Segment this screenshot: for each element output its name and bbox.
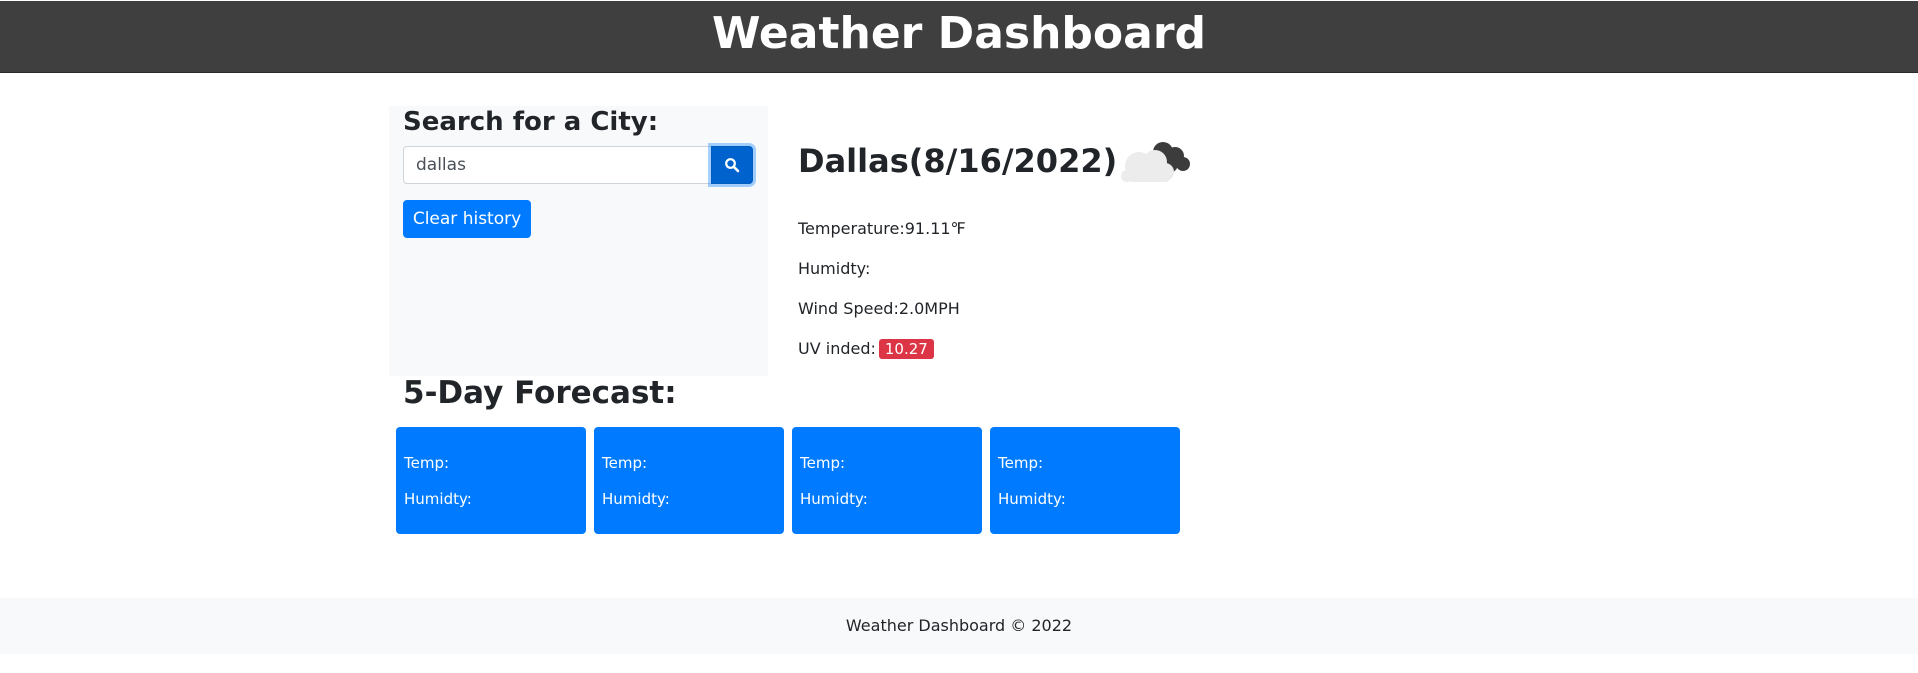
forecast-card: Temp: Humidty: xyxy=(594,427,784,534)
header-bar: Weather Dashboard xyxy=(0,1,1918,73)
wind-label: Wind Speed: xyxy=(798,299,899,318)
city-search-input[interactable] xyxy=(403,146,712,184)
humidity-label: Humidty: xyxy=(798,259,871,278)
forecast-humidity: Humidty: xyxy=(404,490,472,508)
search-icon xyxy=(725,158,740,173)
forecast-title: 5-Day Forecast: xyxy=(403,375,677,411)
city-date-heading: Dallas(8/16/2022) xyxy=(798,142,1118,180)
forecast-card: Temp: Humidty: xyxy=(792,427,982,534)
forecast-temp: Temp: xyxy=(998,454,1044,472)
forecast-card: Temp: Humidty: xyxy=(396,427,586,534)
forecast-temp: Temp: xyxy=(602,454,648,472)
temperature-stat: Temperature:91.11℉ xyxy=(798,218,966,240)
page-title: Weather Dashboard xyxy=(711,8,1207,59)
forecast-card: Temp: Humidty: xyxy=(990,427,1180,534)
uv-badge: 10.27 xyxy=(878,339,934,359)
uv-label: UV inded: xyxy=(798,339,876,358)
forecast-humidity: Humidty: xyxy=(998,490,1066,508)
forecast-humidity: Humidty: xyxy=(800,490,868,508)
footer: Weather Dashboard © 2022 xyxy=(0,598,1918,654)
wind-value: 2.0MPH xyxy=(898,299,960,318)
forecast-temp: Temp: xyxy=(404,454,450,472)
clear-history-button[interactable]: Clear history xyxy=(403,200,531,238)
uv-stat: UV inded: 10.27 xyxy=(798,338,934,360)
wind-stat: Wind Speed:2.0MPH xyxy=(798,298,960,320)
forecast-humidity: Humidty: xyxy=(602,490,670,508)
search-button[interactable] xyxy=(711,146,753,184)
cloudy-icon xyxy=(1121,142,1190,182)
search-title: Search for a City: xyxy=(403,107,659,137)
temperature-value: 91.11℉ xyxy=(904,219,966,238)
forecast-temp: Temp: xyxy=(800,454,846,472)
humidity-stat: Humidty: xyxy=(798,258,870,280)
temperature-label: Temperature: xyxy=(798,219,905,238)
